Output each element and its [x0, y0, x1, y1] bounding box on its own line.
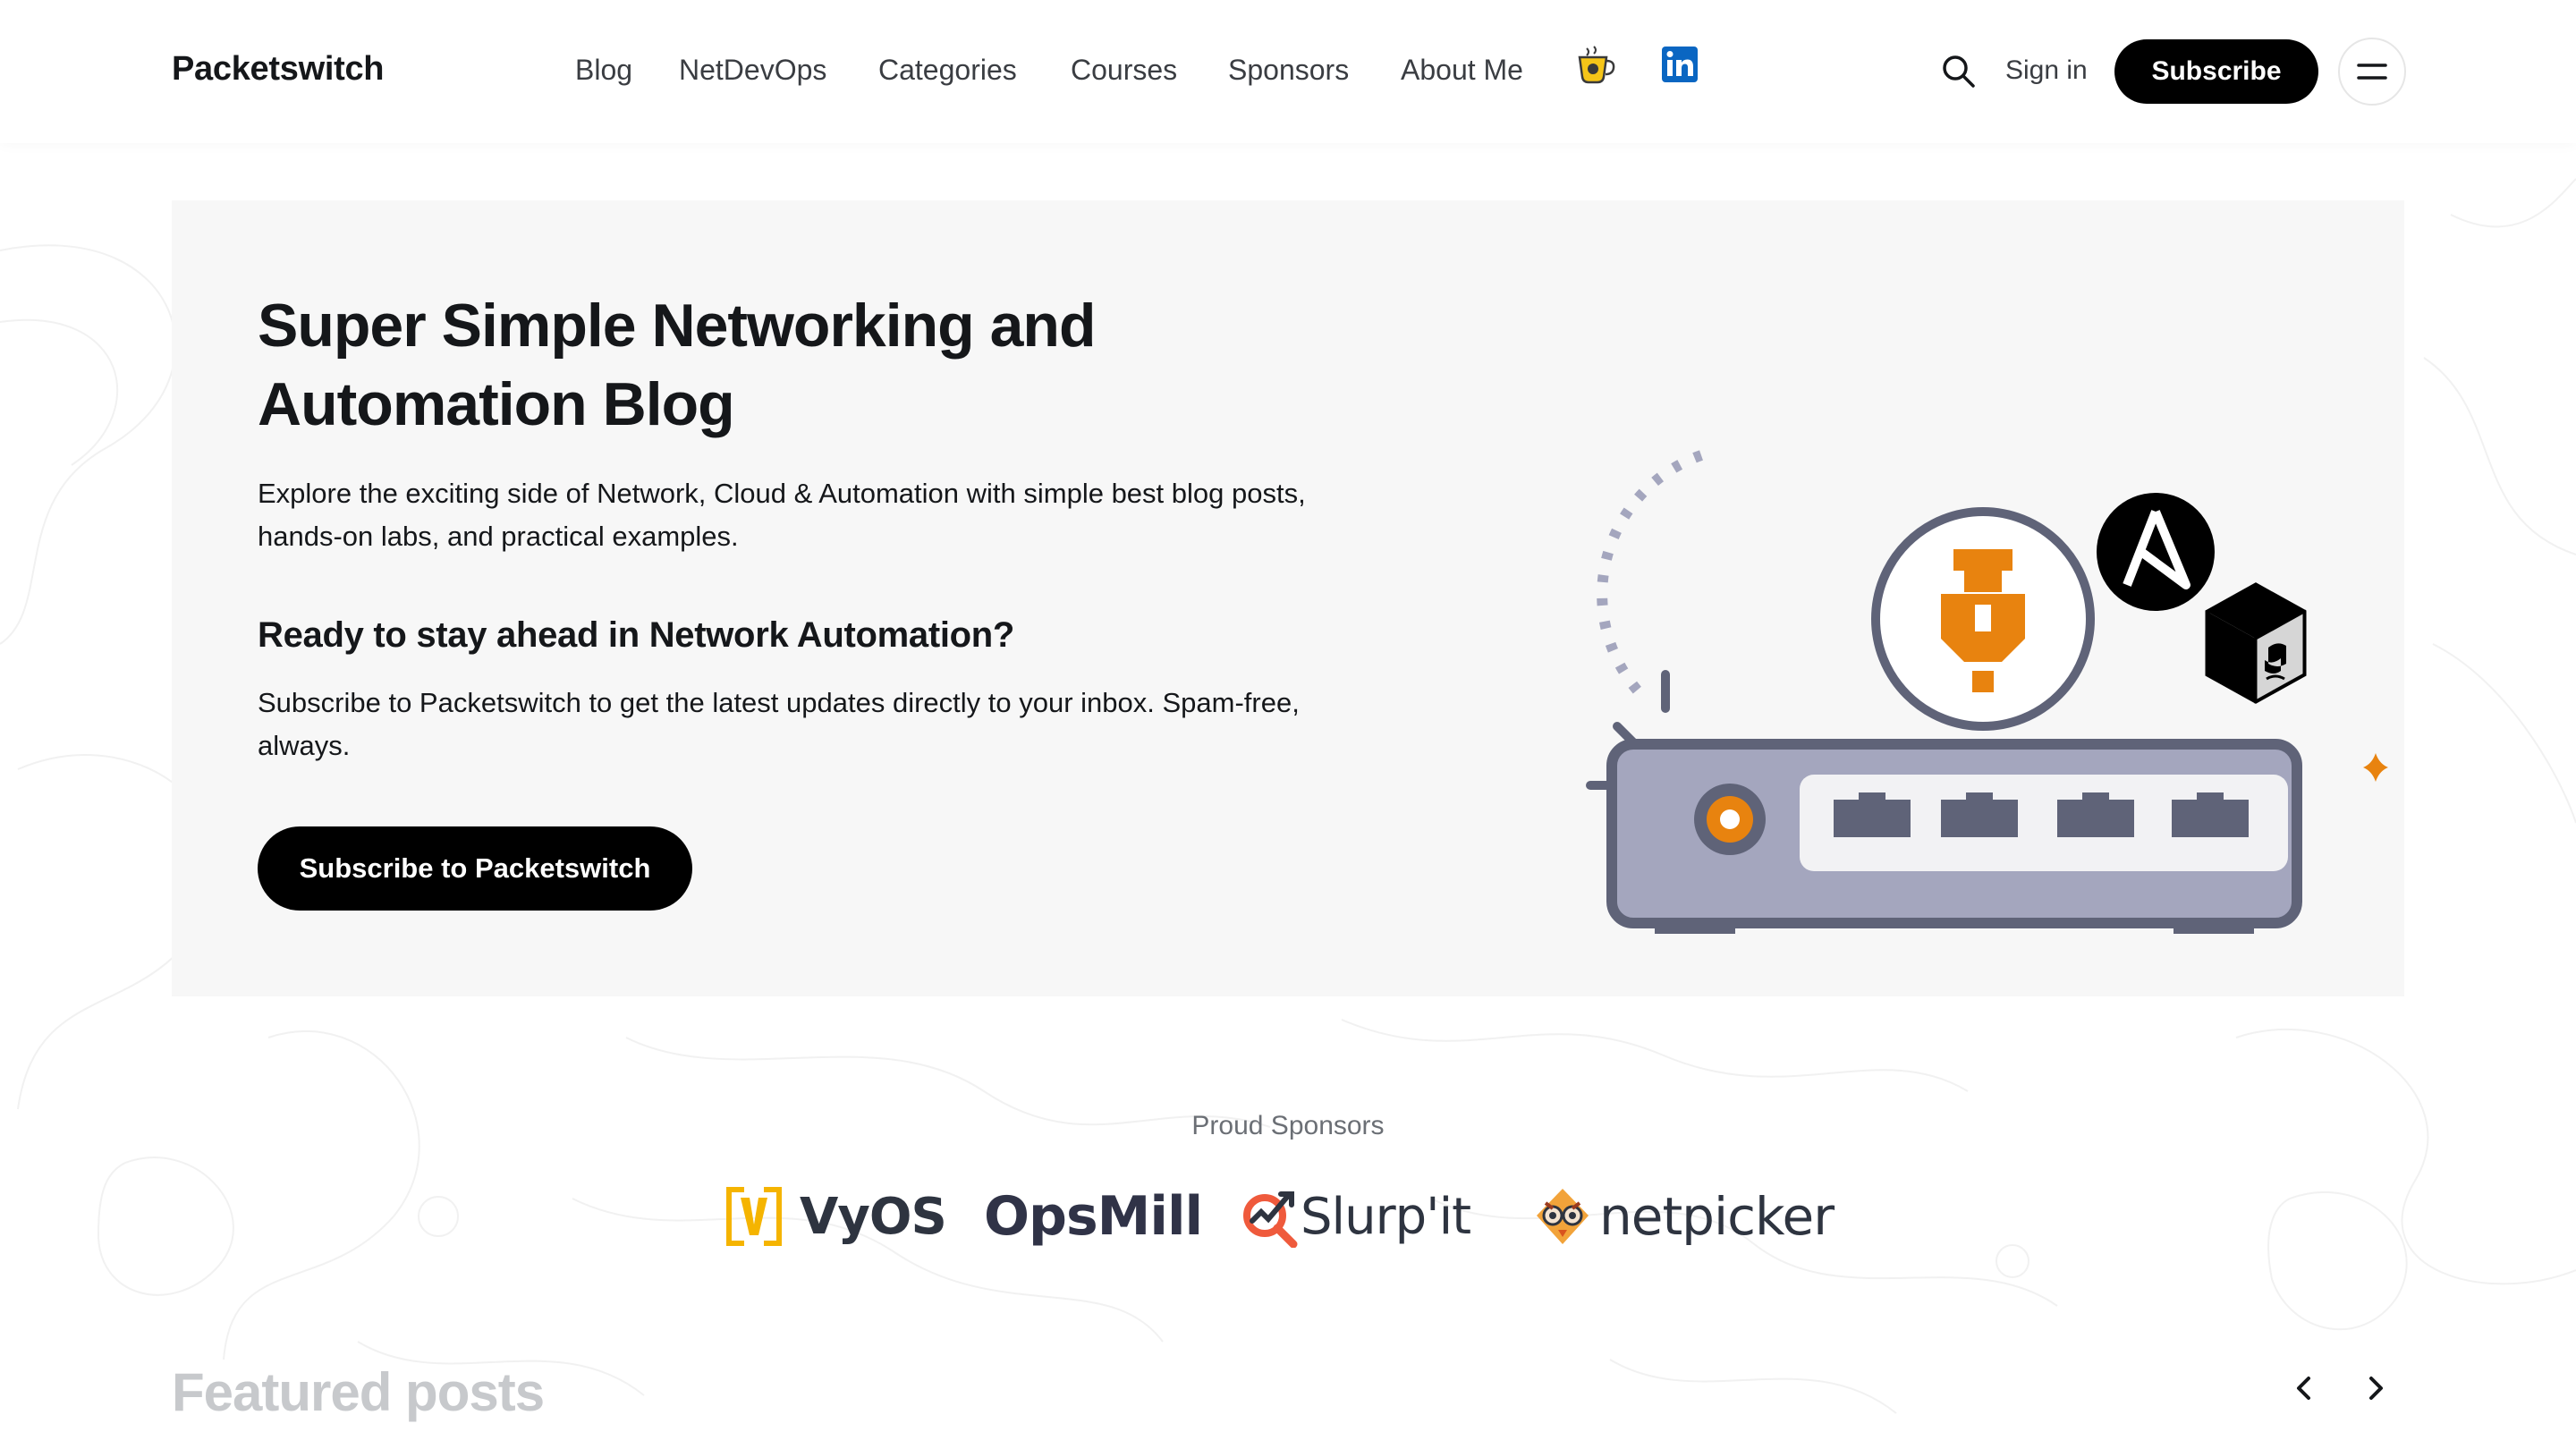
hero-description: Explore the exciting side of Network, Cl…	[258, 478, 1306, 552]
netpicker-logo-icon	[1537, 1189, 1589, 1244]
coffee-icon[interactable]	[1574, 43, 1617, 86]
hero-title: Super Simple Networking and Automation B…	[258, 292, 1097, 438]
nav-item-about-me[interactable]: About Me	[1401, 54, 1523, 87]
linkedin-icon[interactable]	[1658, 43, 1701, 86]
hamburger-icon	[2357, 64, 2387, 80]
subscribe-cta-button[interactable]: Subscribe to Packetswitch	[258, 826, 692, 911]
hero-subheading-text: Subscribe to Packetswitch to get the lat…	[258, 687, 1300, 761]
slurpit-logo-icon	[1243, 1191, 1298, 1248]
carousel-next-button[interactable]	[2358, 1368, 2394, 1408]
sponsor-label: OpsMill	[984, 1185, 1203, 1248]
sponsors-title: Proud Sponsors	[1191, 1111, 1385, 1140]
nav-item-categories[interactable]: Categories	[878, 54, 1017, 87]
sponsor-vyos[interactable]: VyOS	[724, 1181, 947, 1252]
chevron-left-icon	[2297, 1377, 2310, 1400]
network-switch-illustration	[1586, 450, 2388, 934]
sponsor-netpicker[interactable]: netpicker	[1533, 1181, 1835, 1252]
featured-posts-title: Featured posts	[172, 1362, 545, 1422]
chevron-right-icon	[2369, 1377, 2383, 1400]
network-switch-body	[1606, 739, 2302, 934]
vyos-logo-icon	[726, 1187, 782, 1246]
site-header: Packetswitch Blog NetDevOps Categories C…	[0, 0, 2576, 143]
search-button[interactable]	[1941, 52, 1977, 91]
nav-item-courses[interactable]: Courses	[1071, 54, 1177, 87]
menu-button[interactable]	[2338, 38, 2406, 106]
python-logo-icon	[2205, 582, 2307, 704]
sparkle-icon	[2363, 753, 2388, 782]
sponsor-label: netpicker	[1599, 1186, 1835, 1247]
search-icon	[1943, 55, 1975, 88]
sign-in-link[interactable]: Sign in	[2005, 55, 2088, 86]
nav-item-sponsors[interactable]: Sponsors	[1228, 54, 1349, 87]
carousel-prev-button[interactable]	[2286, 1368, 2322, 1408]
sponsor-opsmill[interactable]: OpsMill	[984, 1181, 1203, 1252]
nav-item-blog[interactable]: Blog	[575, 54, 632, 87]
nav-item-netdevops[interactable]: NetDevOps	[679, 54, 826, 87]
sponsor-slurpit[interactable]: Slurp'it	[1240, 1181, 1471, 1252]
hero-section: Super Simple Networking and Automation B…	[172, 200, 2404, 996]
sponsor-label: VyOS	[800, 1187, 947, 1246]
subscribe-button[interactable]: Subscribe	[2114, 39, 2318, 104]
sponsor-label: Slurp'it	[1301, 1187, 1471, 1246]
ansible-logo-icon	[2097, 493, 2215, 611]
hero-subheading: Ready to stay ahead in Network Automatio…	[258, 615, 1015, 655]
